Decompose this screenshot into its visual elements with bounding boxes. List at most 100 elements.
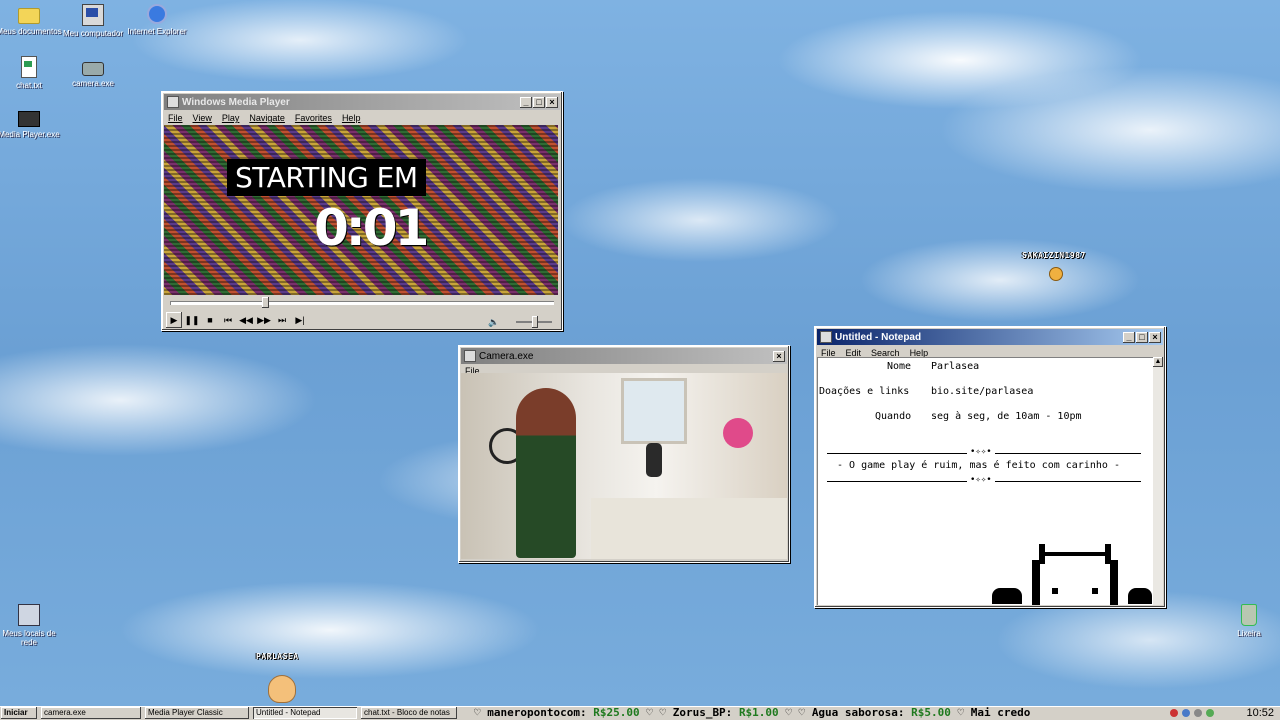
desktop-icon-network-places[interactable]: Meus locais de rede: [0, 604, 64, 647]
skip-back-button[interactable]: ⏮: [220, 312, 236, 328]
nome-value: Parlasea: [931, 361, 980, 372]
donation-amount: R$5.00: [911, 706, 951, 719]
menu-favorites[interactable]: Favorites: [295, 113, 332, 123]
minimize-button[interactable]: _: [1123, 331, 1135, 343]
links-value: bio.site/parlasea: [931, 386, 1034, 397]
notepad-titlebar[interactable]: Untitled - Notepad _ □ ×: [817, 329, 1163, 345]
pause-button[interactable]: ❚❚: [184, 312, 200, 328]
desktop-icon-label: camera.exe: [72, 79, 114, 88]
recycle-bin-icon: [1241, 604, 1257, 626]
play-button[interactable]: ▶: [166, 312, 182, 328]
streamer-chick-icon: [268, 675, 296, 703]
heart-icon: ♡: [957, 706, 971, 719]
nome-label: Nome: [887, 361, 912, 372]
desktop-icon-camera-exe[interactable]: camera.exe: [58, 56, 128, 88]
desktop-icon-my-computer[interactable]: Meu computador: [58, 4, 128, 38]
tray-volume-icon[interactable]: [1194, 709, 1202, 717]
media-player-window[interactable]: Windows Media Player _ □ × File View Pla…: [161, 91, 563, 331]
folder-icon: [18, 8, 40, 24]
menu-file[interactable]: File: [168, 113, 183, 123]
donation-ticker: ♡ maneropontocom: R$25.00 ♡ ♡ Zorus_BP: …: [474, 706, 1166, 720]
maximize-button[interactable]: □: [533, 96, 545, 108]
starting-overlay-text: STARTING EM: [227, 159, 426, 196]
step-frame-button[interactable]: ▶|: [292, 312, 308, 328]
task-notepad[interactable]: Untitled - Notepad: [253, 707, 357, 719]
menu-view[interactable]: View: [193, 113, 212, 123]
countdown-timer: 0:01: [314, 199, 429, 257]
menu-help[interactable]: Help: [342, 113, 361, 123]
window-title: Camera.exe: [479, 350, 534, 362]
minimize-button[interactable]: _: [520, 96, 532, 108]
camera-icon: [82, 62, 104, 76]
donation-amount: R$1.00: [738, 706, 779, 719]
desktop-icon-media-player[interactable]: Media Player.exe: [0, 106, 64, 139]
heart-icon: ♡ ♡: [785, 706, 812, 719]
task-media-player[interactable]: Media Player Classic: [145, 707, 249, 719]
tray-network-icon[interactable]: [1182, 709, 1190, 717]
close-button[interactable]: ×: [546, 96, 558, 108]
notepad-window[interactable]: Untitled - Notepad _ □ × File Edit Searc…: [814, 326, 1166, 608]
ornament-top: •✧✧•: [967, 447, 995, 457]
donation-amount: R$25.00: [593, 706, 640, 719]
links-label: Doações e links: [819, 386, 910, 397]
desktop-icon-label: chat.txt: [16, 81, 42, 90]
skip-forward-button[interactable]: ⏭: [274, 312, 290, 328]
seek-thumb[interactable]: [262, 297, 269, 308]
camera-window[interactable]: Camera.exe × File: [458, 345, 790, 563]
computer-icon: [82, 4, 104, 26]
close-button[interactable]: ×: [1149, 331, 1161, 343]
desktop-icon-my-documents[interactable]: Meus documentos: [0, 4, 64, 36]
donor-name: Agua saborosa:: [811, 706, 905, 719]
tray-update-icon[interactable]: [1206, 709, 1214, 717]
media-player-title-icon: [167, 96, 179, 108]
viewer-username: SAKAIZIN1987: [1022, 251, 1086, 260]
scroll-up-arrow[interactable]: ▲: [1153, 357, 1163, 367]
window-title: Windows Media Player: [182, 96, 290, 108]
speaker-icon[interactable]: 🔈: [486, 314, 502, 330]
media-player-titlebar[interactable]: Windows Media Player _ □ ×: [164, 94, 560, 110]
desktop-icon-label: Meus locais de rede: [2, 629, 56, 647]
seek-bar[interactable]: [170, 297, 554, 308]
notepad-scrollbar[interactable]: ▲: [1153, 357, 1163, 605]
motto-text: - O game play é ruim, mas é feito com ca…: [837, 460, 1120, 471]
menu-navigate[interactable]: Navigate: [249, 113, 285, 123]
text-file-icon: [21, 56, 37, 78]
desktop-icon-recycle-bin[interactable]: Lixeira: [1214, 604, 1280, 638]
heart-icon: ♡: [474, 706, 488, 719]
volume-slider[interactable]: [516, 316, 552, 328]
media-player-icon: [18, 111, 40, 127]
streamer-username: PARLASEA: [256, 652, 299, 661]
media-player-menubar: File View Play Navigate Favorites Help: [162, 112, 562, 124]
volume-control: 🔈: [486, 314, 552, 330]
close-button[interactable]: ×: [773, 350, 785, 362]
notepad-text-area[interactable]: Nome Parlasea Doações e links bio.site/p…: [817, 357, 1153, 605]
camera-titlebar[interactable]: Camera.exe ×: [461, 348, 787, 364]
video-display[interactable]: STARTING EM 0:01: [164, 125, 558, 295]
heart-icon: ♡ ♡: [646, 706, 673, 719]
start-button[interactable]: Iniciar: [1, 707, 37, 719]
quando-value: seg à seg, de 10am - 10pm: [931, 411, 1082, 422]
desktop-icon-chat-txt[interactable]: chat.txt: [0, 56, 64, 90]
taskbar-clock: 10:52: [1246, 707, 1274, 719]
quando-label: Quando: [875, 411, 912, 422]
desktop-icon-label: Meu computador: [62, 29, 124, 38]
desktop-icon-internet-explorer[interactable]: Internet Explorer: [122, 4, 192, 36]
menu-play[interactable]: Play: [222, 113, 240, 123]
task-chat-txt[interactable]: chat.txt - Bloco de notas: [361, 707, 457, 719]
task-camera[interactable]: camera.exe: [41, 707, 141, 719]
microphone-scene: [646, 443, 662, 477]
tray-antivirus-icon[interactable]: [1170, 709, 1178, 717]
desktop-icon-label: Meus documentos: [0, 27, 62, 36]
rewind-button[interactable]: ◀◀: [238, 312, 254, 328]
notepad-title-icon: [820, 331, 832, 343]
donor-name: Mai credo: [970, 706, 1031, 719]
desktop-icon-label: Lixeira: [1237, 629, 1261, 638]
fast-forward-button[interactable]: ▶▶: [256, 312, 272, 328]
desktop-icon-label: Media Player.exe: [0, 130, 60, 139]
stop-button[interactable]: ■: [202, 312, 218, 328]
flowers-scene: [723, 418, 753, 448]
playback-controls: ▶ ❚❚ ■ ⏮ ◀◀ ▶▶ ⏭ ▶|: [166, 312, 308, 328]
maximize-button[interactable]: □: [1136, 331, 1148, 343]
webcam-feed: [461, 373, 787, 559]
desktop: Meus documentos Meu computador Internet …: [0, 0, 1280, 706]
